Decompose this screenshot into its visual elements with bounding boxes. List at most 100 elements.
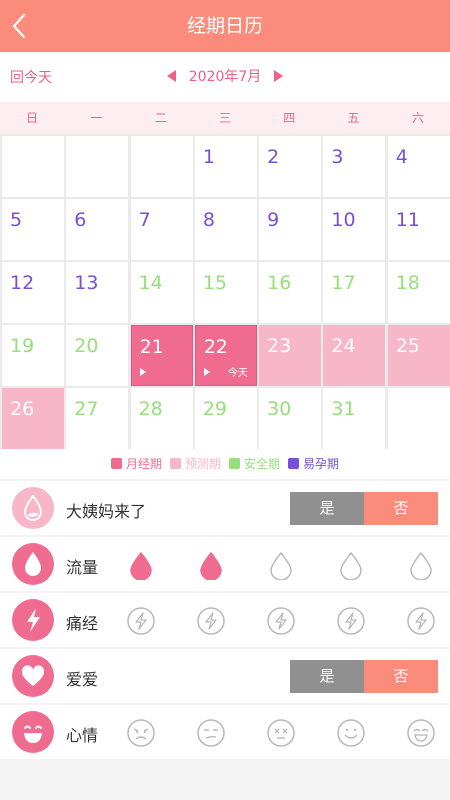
- weekday-label: 六: [411, 111, 424, 125]
- calendar-day[interactable]: 15: [194, 262, 257, 323]
- drop-icon: [12, 543, 54, 585]
- calendar-day[interactable]: 1: [194, 136, 257, 197]
- legend-item: 预测期: [169, 449, 221, 479]
- love-toggle: 是 否: [290, 660, 438, 693]
- calendar-day[interactable]: 21: [130, 325, 193, 386]
- legend-label: 易孕期: [303, 457, 340, 471]
- calendar-grid: 1 2 3 4 5 6 7 8 9 10 11 12 13 14 15 16 17 18 19 20 21 22 今天 23 2…: [0, 134, 450, 449]
- love-label: 爱爱: [66, 670, 99, 689]
- day-number: 8: [202, 209, 215, 231]
- calendar-day[interactable]: 16: [259, 262, 322, 323]
- calendar-day[interactable]: 11: [387, 199, 450, 260]
- drop-outline-icon[interactable]: [336, 550, 366, 580]
- month-navigator: 2020年7月: [0, 66, 450, 86]
- day-number: 15: [202, 272, 228, 294]
- day-number: 27: [74, 398, 99, 420]
- day-number: 12: [10, 272, 35, 294]
- day-number: 24: [331, 335, 356, 357]
- row-cramps: 痛经: [0, 593, 450, 647]
- calendar-day[interactable]: 28: [130, 388, 193, 449]
- next-month-icon[interactable]: [273, 70, 283, 82]
- calendar-day[interactable]: 26: [2, 388, 64, 449]
- day-number: 23: [267, 335, 292, 357]
- weekday-label: 日: [26, 111, 39, 125]
- love-yes-button[interactable]: 是: [290, 660, 364, 693]
- lightning-outline-icon[interactable]: [126, 606, 156, 636]
- drop-outline-icon[interactable]: [406, 550, 436, 580]
- calendar-day[interactable]: 12: [2, 262, 64, 323]
- day-number: 13: [74, 272, 99, 294]
- mood-label: 心情: [66, 726, 99, 745]
- row-love: 爱爱 是 否: [0, 649, 450, 703]
- lightning-icon: [12, 599, 54, 641]
- calendar-day[interactable]: 30: [259, 388, 322, 449]
- today-marker: 今天: [227, 368, 248, 379]
- angry-face-icon[interactable]: [126, 718, 156, 748]
- period-came-toggle: 是 否: [290, 492, 438, 525]
- calendar-day[interactable]: 4: [387, 136, 450, 197]
- day-number: 22: [203, 336, 229, 358]
- heart-icon: [12, 655, 54, 697]
- day-number: 3: [331, 146, 344, 168]
- smiling-face-icon[interactable]: [336, 718, 366, 748]
- calendar-day[interactable]: 2: [259, 136, 322, 197]
- period-came-label: 大姨妈来了: [66, 502, 147, 521]
- dizzy-face-icon[interactable]: [266, 718, 296, 748]
- calendar-day[interactable]: 3: [323, 136, 386, 197]
- weekday-label: 二: [154, 111, 167, 125]
- drop-filled-icon[interactable]: [196, 550, 226, 580]
- calendar-empty-cell: [66, 136, 129, 197]
- calendar-day[interactable]: 31: [323, 388, 386, 449]
- laughing-face-icon[interactable]: [406, 718, 436, 748]
- flow-label: 流量: [66, 558, 99, 577]
- day-number: 26: [10, 398, 35, 420]
- day-number: 16: [267, 272, 292, 294]
- day-number: 9: [267, 209, 280, 231]
- annoyed-face-icon[interactable]: [196, 718, 226, 748]
- calendar-day[interactable]: 24: [323, 325, 386, 386]
- lightning-outline-icon[interactable]: [406, 606, 436, 636]
- calendar-day[interactable]: 19: [2, 325, 64, 386]
- calendar-day[interactable]: 6: [66, 199, 129, 260]
- row-mood: 心情: [0, 705, 450, 759]
- period-came-yes-button[interactable]: 是: [290, 492, 364, 525]
- day-number: 14: [138, 272, 163, 294]
- drop-filled-icon[interactable]: [126, 550, 156, 580]
- calendar-day[interactable]: 13: [66, 262, 129, 323]
- lightning-outline-icon[interactable]: [266, 606, 296, 636]
- day-number: 25: [395, 335, 420, 357]
- legend-label: 月经期: [125, 457, 162, 471]
- calendar-day[interactable]: 17: [323, 262, 386, 323]
- legend-label: 安全期: [244, 457, 281, 471]
- day-number: 21: [139, 336, 164, 358]
- lightning-outline-icon[interactable]: [336, 606, 366, 636]
- love-no-button[interactable]: 否: [364, 660, 438, 693]
- calendar-day[interactable]: 25: [387, 325, 450, 386]
- calendar-day[interactable]: 14: [130, 262, 193, 323]
- lightning-outline-icon[interactable]: [196, 606, 226, 636]
- calendar-day[interactable]: 10: [323, 199, 386, 260]
- calendar-day[interactable]: 29: [194, 388, 257, 449]
- day-number: 18: [395, 272, 420, 294]
- weekday-label: 五: [347, 111, 360, 125]
- prev-month-icon[interactable]: [167, 70, 177, 82]
- calendar-day[interactable]: 7: [130, 199, 193, 260]
- calendar-day[interactable]: 22 今天: [194, 325, 257, 386]
- calendar-day[interactable]: 9: [259, 199, 322, 260]
- cramps-label: 痛经: [66, 614, 99, 633]
- drop-percent-icon: [12, 487, 54, 529]
- day-number: 5: [10, 209, 23, 231]
- calendar-day[interactable]: 20: [66, 325, 129, 386]
- calendar-day[interactable]: 8: [194, 199, 257, 260]
- calendar-day[interactable]: 27: [66, 388, 129, 449]
- drop-outline-icon[interactable]: [266, 550, 296, 580]
- legend-swatch: [229, 458, 240, 469]
- play-flag-icon: [203, 368, 210, 376]
- calendar-day[interactable]: 23: [259, 325, 322, 386]
- day-number: 31: [331, 398, 356, 420]
- day-number: 20: [74, 335, 99, 357]
- period-came-no-button[interactable]: 否: [364, 492, 438, 525]
- calendar-day[interactable]: 5: [2, 199, 64, 260]
- calendar-day[interactable]: 18: [387, 262, 450, 323]
- calendar-empty-cell: [387, 388, 450, 449]
